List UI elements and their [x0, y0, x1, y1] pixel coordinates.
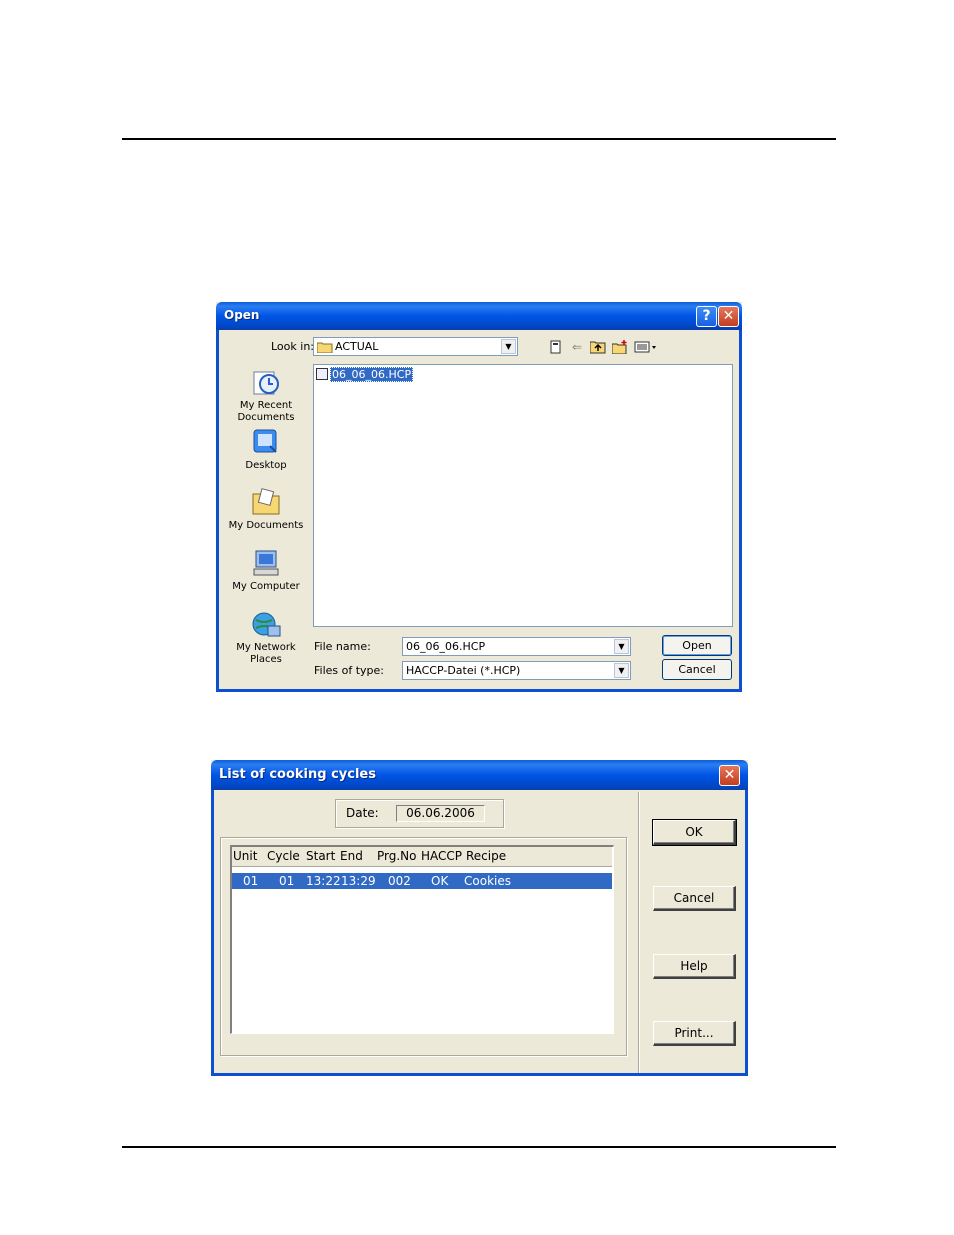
places-my-computer[interactable]: My Computer: [221, 547, 311, 593]
open-dialog-titlebar[interactable]: Open ? ✕: [216, 302, 742, 330]
top-rule: [122, 138, 836, 140]
cell-end: 13:29: [341, 874, 376, 888]
cycles-dialog-titlebar[interactable]: List of cooking cycles ✕: [211, 760, 748, 790]
cell-haccp: OK: [431, 874, 449, 888]
places-recent-documents[interactable]: My Recent Documents: [221, 366, 311, 424]
close-title-button[interactable]: ✕: [719, 765, 740, 786]
col-unit[interactable]: Unit: [233, 847, 257, 866]
help-button[interactable]: Help: [653, 954, 736, 979]
cell-start: 13:22: [306, 874, 341, 888]
look-in-combo[interactable]: ACTUAL ▼: [313, 337, 518, 356]
back-arrow-icon[interactable]: ⇐: [569, 340, 585, 354]
cell-cycle: 01: [279, 874, 295, 888]
places-my-computer-line1: My Computer: [232, 581, 300, 592]
frame-bottom: [216, 689, 742, 692]
chevron-down-icon[interactable]: ▼: [614, 663, 629, 678]
cycles-dialog-title: List of cooking cycles: [219, 767, 376, 782]
ok-button[interactable]: OK: [652, 819, 737, 846]
open-dialog: Open ? ✕ Look in: ACTUAL ▼ ⇐ My Recent D…: [216, 302, 742, 692]
cancel-button[interactable]: Cancel: [653, 886, 736, 911]
frame-left: [211, 790, 214, 1076]
go-to-last-folder-icon[interactable]: [548, 340, 564, 354]
col-prgno[interactable]: Prg.No: [377, 847, 417, 866]
frame-right: [745, 790, 748, 1076]
cell-prgno: 002: [388, 874, 411, 888]
cycles-dialog: List of cooking cycles ✕ Date: 06.06.200…: [211, 760, 748, 1076]
places-network-line2: Places: [250, 654, 282, 665]
folder-icon: [316, 341, 333, 356]
cell-recipe: Cookies: [464, 874, 511, 888]
look-in-label: Look in:: [271, 340, 314, 353]
file-name-item: 06_06_06.HCP: [330, 367, 414, 382]
print-button[interactable]: Print...: [653, 1021, 736, 1046]
hcp-file-icon: [316, 368, 328, 380]
col-recipe[interactable]: Recipe: [466, 847, 506, 866]
files-of-type-value: HACCP-Datei (*.HCP): [406, 664, 521, 677]
list-header: Unit Cycle Start End Prg.No HACCP Recipe: [232, 847, 612, 867]
date-label: Date:: [346, 806, 379, 820]
frame-left: [216, 330, 219, 692]
date-value: 06.06.2006: [406, 806, 475, 820]
panel-separator: [638, 792, 640, 1073]
col-end[interactable]: End: [340, 847, 363, 866]
network-places-icon: [252, 612, 281, 637]
desktop-icon: [253, 429, 277, 453]
col-haccp[interactable]: HACCP: [421, 847, 462, 866]
open-button[interactable]: Open: [662, 635, 732, 656]
places-network[interactable]: My Network Places: [221, 608, 311, 666]
col-cycle[interactable]: Cycle: [267, 847, 300, 866]
file-name-field[interactable]: 06_06_06.HCP ▼: [402, 637, 631, 656]
table-row[interactable]: 01 01 13:22 13:29 002 OK Cookies: [232, 873, 612, 889]
cycles-list[interactable]: Unit Cycle Start End Prg.No HACCP Recipe…: [230, 845, 614, 1034]
frame-bottom: [211, 1073, 748, 1076]
recent-documents-icon: [253, 371, 279, 395]
col-start[interactable]: Start: [306, 847, 335, 866]
file-name-value: 06_06_06.HCP: [406, 640, 486, 653]
places-desktop[interactable]: Desktop: [221, 426, 311, 472]
date-field: 06.06.2006: [396, 805, 485, 822]
bottom-rule: [122, 1146, 836, 1148]
help-title-button[interactable]: ?: [696, 306, 717, 327]
up-folder-icon[interactable]: [589, 340, 606, 354]
files-of-type-label: Files of type:: [314, 664, 385, 677]
places-recent-line2: Documents: [237, 412, 295, 423]
file-name-label: File name:: [314, 640, 371, 653]
chevron-down-icon[interactable]: ▼: [614, 639, 629, 654]
places-network-line1: My Network: [236, 642, 296, 653]
look-in-value: ACTUAL: [335, 340, 379, 353]
my-computer-icon: [253, 550, 279, 576]
cell-unit: 01: [243, 874, 259, 888]
places-my-documents-line1: My Documents: [228, 520, 304, 531]
new-folder-icon[interactable]: [611, 340, 628, 355]
open-dialog-title: Open: [224, 308, 260, 322]
file-list[interactable]: 06_06_06.HCP: [313, 364, 733, 627]
view-menu-icon[interactable]: [634, 340, 658, 354]
frame-right: [739, 330, 742, 692]
files-of-type-select[interactable]: HACCP-Datei (*.HCP) ▼: [402, 661, 631, 680]
chevron-down-icon[interactable]: ▼: [501, 339, 516, 354]
places-recent-line1: My Recent: [239, 400, 293, 411]
date-group: Date: 06.06.2006: [335, 799, 504, 828]
my-documents-icon: [252, 488, 280, 515]
places-desktop-line1: Desktop: [245, 460, 287, 471]
cancel-button[interactable]: Cancel: [662, 659, 732, 680]
places-my-documents[interactable]: My Documents: [221, 486, 311, 532]
places-bar: My Recent Documents Desktop My Documents…: [221, 362, 311, 665]
close-title-button[interactable]: ✕: [718, 306, 739, 327]
